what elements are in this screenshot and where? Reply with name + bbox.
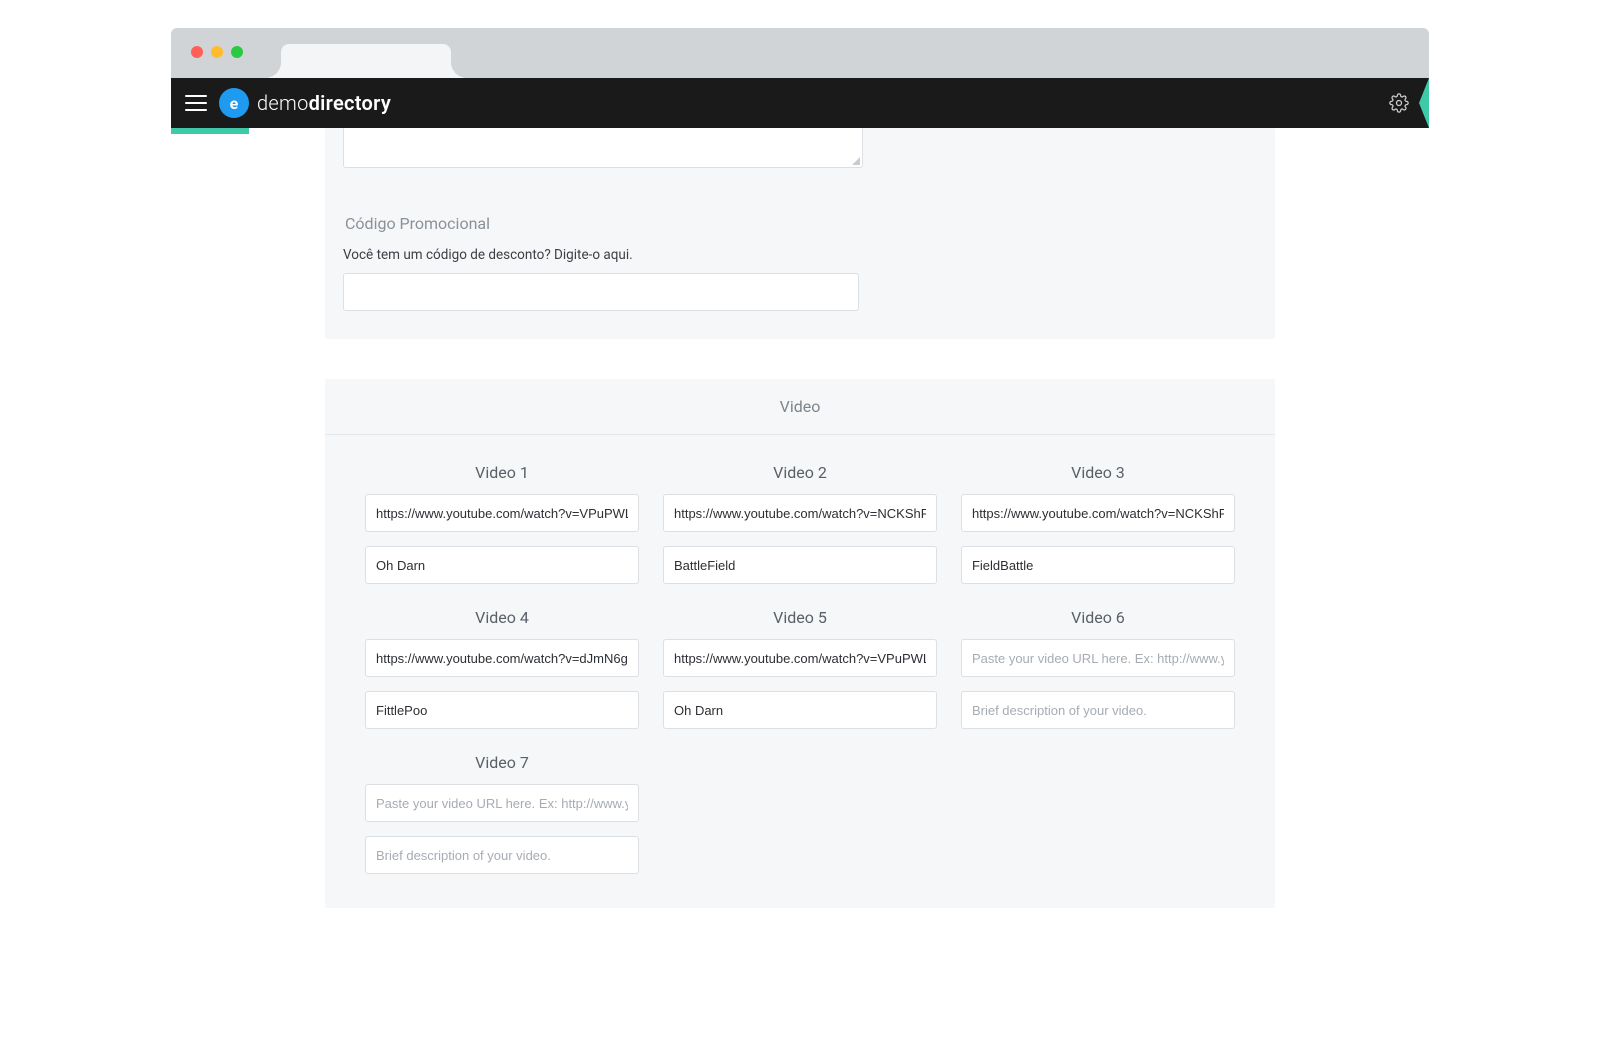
video-url-input[interactable] <box>365 784 639 822</box>
video-desc-input[interactable] <box>961 691 1235 729</box>
promo-code-input[interactable] <box>343 273 859 311</box>
video-grid: Video 1 Video 2 Video 3 Video 4 <box>325 435 1275 908</box>
video-item-2: Video 2 <box>663 463 937 584</box>
window-close-button[interactable] <box>191 46 203 58</box>
video-desc-input[interactable] <box>365 546 639 584</box>
video-desc-input[interactable] <box>365 691 639 729</box>
video-title: Video 1 <box>365 463 639 482</box>
window-maximize-button[interactable] <box>231 46 243 58</box>
video-url-input[interactable] <box>663 494 937 532</box>
video-item-5: Video 5 <box>663 608 937 729</box>
window-controls <box>191 46 243 58</box>
video-desc-input[interactable] <box>961 546 1235 584</box>
topbar: e demodirectory <box>171 78 1429 128</box>
video-desc-input[interactable] <box>663 546 937 584</box>
video-item-6: Video 6 <box>961 608 1235 729</box>
promo-help-text: Você tem um código de desconto? Digite-o… <box>343 247 1257 263</box>
video-title: Video 5 <box>663 608 937 627</box>
side-panel-toggle[interactable] <box>1419 78 1429 128</box>
video-desc-input[interactable] <box>365 836 639 874</box>
video-title: Video 4 <box>365 608 639 627</box>
video-title: Video 6 <box>961 608 1235 627</box>
video-item-3: Video 3 <box>961 463 1235 584</box>
brand-prefix: demo <box>257 91 309 115</box>
browser-tab[interactable] <box>281 44 451 78</box>
promo-section-label: Código Promocional <box>345 214 1257 233</box>
page-viewport: e demodirectory Código Promoci <box>171 78 1429 858</box>
video-url-input[interactable] <box>365 494 639 532</box>
brand-bold: directory <box>309 91 391 115</box>
brand-text: demodirectory <box>257 91 391 115</box>
video-item-7: Video 7 <box>365 753 639 874</box>
video-url-input[interactable] <box>961 494 1235 532</box>
video-title: Video 2 <box>663 463 937 482</box>
video-title: Video 3 <box>961 463 1235 482</box>
resize-handle-icon[interactable] <box>852 157 860 165</box>
browser-chrome <box>171 28 1429 78</box>
brand[interactable]: e demodirectory <box>219 88 391 118</box>
video-section-header: Video <box>325 379 1275 435</box>
video-url-input[interactable] <box>663 639 937 677</box>
settings-button[interactable] <box>1379 93 1419 113</box>
video-url-input[interactable] <box>961 639 1235 677</box>
window-minimize-button[interactable] <box>211 46 223 58</box>
menu-toggle-button[interactable] <box>185 95 207 111</box>
video-url-input[interactable] <box>365 639 639 677</box>
description-textarea[interactable] <box>343 128 863 168</box>
video-card: Video Video 1 Video 2 Video 3 <box>325 379 1275 908</box>
video-item-4: Video 4 <box>365 608 639 729</box>
brand-logo-icon: e <box>219 88 249 118</box>
content: Código Promocional Você tem um código de… <box>171 128 1429 988</box>
gear-icon <box>1389 93 1409 113</box>
video-title: Video 7 <box>365 753 639 772</box>
promo-card: Código Promocional Você tem um código de… <box>325 128 1275 339</box>
progress-strip <box>171 128 249 134</box>
brand-logo-letter: e <box>230 94 239 113</box>
video-item-1: Video 1 <box>365 463 639 584</box>
video-desc-input[interactable] <box>663 691 937 729</box>
